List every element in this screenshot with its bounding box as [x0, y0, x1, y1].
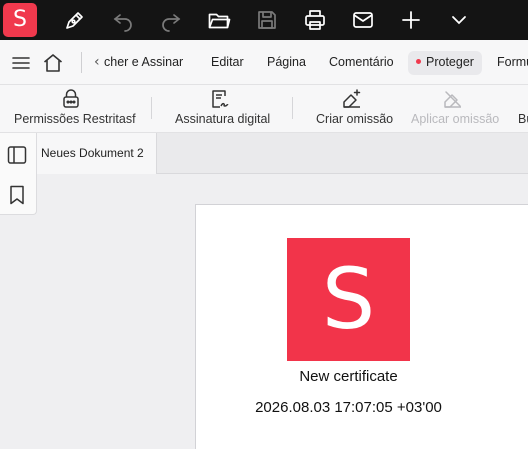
app-logo[interactable]: S — [3, 3, 37, 37]
title-toolbar: S — [0, 0, 528, 40]
digital-signature-button[interactable]: Assinatura digital — [175, 85, 275, 132]
print-icon[interactable] — [303, 8, 327, 32]
tab-page[interactable]: Página — [267, 55, 306, 69]
bookmark-icon[interactable] — [6, 184, 28, 206]
hamburger-menu-icon[interactable] — [10, 52, 32, 74]
sidebar-toggle-icon[interactable] — [6, 144, 28, 166]
ribbon-divider — [292, 97, 293, 119]
folder-open-icon[interactable] — [207, 8, 231, 32]
undo-icon[interactable] — [111, 8, 135, 32]
create-redaction-button[interactable]: Criar omissão — [316, 85, 396, 132]
protect-ribbon: Permissões Restritasf Assinatura digital… — [0, 85, 528, 133]
create-redaction-label: Criar omissão — [316, 112, 394, 126]
menu-bar: ‹ cher e Assinar Editar Página Comentári… — [0, 40, 528, 85]
mail-icon[interactable] — [351, 8, 375, 32]
apply-redaction-button[interactable]: Aplicar omissão — [411, 85, 501, 132]
active-dot — [416, 59, 421, 65]
lock-icon — [60, 88, 82, 110]
chevron-down-icon[interactable] — [447, 8, 471, 32]
pen-icon[interactable] — [63, 8, 87, 32]
ribbon-overflow-button[interactable]: Bu — [518, 85, 528, 132]
tab-comment[interactable]: Comentário — [329, 55, 394, 69]
tab-forms[interactable]: Formu — [497, 55, 528, 69]
chevron-left-icon[interactable]: ‹ — [94, 54, 100, 70]
redact-apply-icon — [442, 88, 464, 110]
apply-redaction-label: Aplicar omissão — [411, 112, 500, 126]
certificate-title: New certificate — [299, 368, 398, 385]
ribbon-divider — [151, 97, 152, 119]
document-page[interactable]: S New certificate 2026.08.03 17:07:05 +0… — [195, 204, 528, 449]
document-tab-title: Neues Dokument 2 — [41, 146, 144, 160]
redo-icon[interactable] — [159, 8, 183, 32]
home-icon[interactable] — [42, 52, 64, 74]
plus-icon[interactable] — [399, 8, 423, 32]
certificate-logo: S — [287, 238, 410, 361]
document-tab-strip: Neues Dokument 2 — [37, 133, 528, 174]
tab-protect[interactable]: Proteger — [408, 51, 482, 75]
certificate-logo-letter: S — [321, 250, 376, 348]
app-logo-letter: S — [13, 7, 27, 32]
tab-edit[interactable]: Editar — [211, 55, 244, 69]
menu-divider — [81, 52, 82, 73]
certificate-date: 2026.08.03 17:07:05 +03'00 — [255, 399, 442, 416]
restricted-permissions-label: Permissões Restritasf — [14, 112, 136, 126]
side-panel — [0, 133, 37, 215]
document-tab[interactable]: Neues Dokument 2 — [37, 133, 157, 174]
tab-fill-sign[interactable]: cher e Assinar — [104, 55, 183, 69]
save-icon[interactable] — [255, 8, 279, 32]
signature-icon — [209, 88, 231, 110]
digital-signature-label: Assinatura digital — [175, 112, 271, 126]
tab-protect-label: Proteger — [426, 55, 474, 69]
restricted-permissions-button[interactable]: Permissões Restritasf — [14, 85, 146, 132]
ribbon-overflow-label: Bu — [518, 112, 528, 126]
document-canvas[interactable]: S New certificate 2026.08.03 17:07:05 +0… — [0, 174, 528, 449]
redact-create-icon — [341, 88, 363, 110]
